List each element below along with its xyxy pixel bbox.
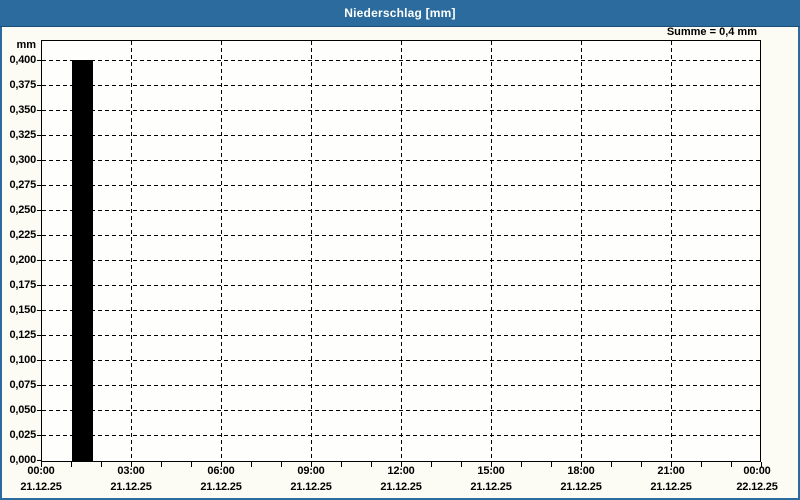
x-minor-tick (131, 462, 132, 467)
y-tick-mark (37, 360, 41, 361)
y-tick-label: 0,250 (9, 204, 36, 216)
y-tick-label: 0,125 (9, 329, 36, 341)
x-minor-tick (221, 462, 222, 467)
x-minor-tick (731, 462, 732, 467)
x-minor-tick (671, 462, 672, 467)
page-title: Niederschlag [mm] (344, 6, 456, 20)
x-gridline (581, 41, 582, 461)
y-tick-mark (37, 235, 41, 236)
x-gridline (131, 41, 132, 461)
x-tick-date-label: 21.12.25 (110, 481, 152, 493)
y-tick-label: 0,075 (9, 379, 36, 391)
x-tick-date-label: 21.12.25 (560, 481, 602, 493)
y-tick-mark (37, 185, 41, 186)
y-tick-label: 0,275 (9, 179, 36, 191)
x-minor-tick (101, 462, 102, 467)
x-gridline (671, 41, 672, 461)
y-tick-label: 0,050 (9, 404, 36, 416)
x-gridline (311, 41, 312, 461)
x-minor-tick (491, 462, 492, 467)
x-tick-date-label: 21.12.25 (650, 481, 692, 493)
y-tick-mark (37, 285, 41, 286)
x-tick-date-label: 21.12.25 (470, 481, 512, 493)
x-minor-tick (41, 462, 42, 467)
x-tick-date-label: 21.12.25 (290, 481, 332, 493)
y-tick-mark (37, 110, 41, 111)
x-minor-tick (581, 462, 582, 467)
x-minor-tick (761, 462, 762, 467)
x-minor-tick (461, 462, 462, 467)
x-tick-time-label: 00:00 (743, 465, 771, 477)
y-tick-mark (37, 310, 41, 311)
y-tick-mark (37, 435, 41, 436)
x-tick-date-label: 21.12.25 (380, 481, 422, 493)
y-tick-mark (37, 60, 41, 61)
y-tick-label: 0,300 (9, 154, 36, 166)
x-minor-tick (191, 462, 192, 467)
y-tick-mark (37, 210, 41, 211)
x-minor-tick (521, 462, 522, 467)
y-tick-mark (37, 85, 41, 86)
y-tick-label: 0,375 (9, 79, 36, 91)
y-tick-mark (37, 460, 41, 461)
y-tick-label: 0,225 (9, 229, 36, 241)
x-tick-date-label: 22.12.25 (736, 481, 778, 493)
x-minor-tick (71, 462, 72, 467)
y-tick-label: 0,400 (9, 54, 36, 66)
y-tick-label: 0,175 (9, 279, 36, 291)
y-tick-mark (37, 385, 41, 386)
y-tick-label: 0,150 (9, 304, 36, 316)
window-title-bar: Niederschlag [mm] (0, 0, 800, 27)
y-tick-mark (37, 410, 41, 411)
y-tick-mark (37, 335, 41, 336)
x-minor-tick (551, 462, 552, 467)
x-gridline (401, 41, 402, 461)
y-tick-label: 0,025 (9, 429, 36, 441)
y-tick-mark (37, 160, 41, 161)
sum-annotation: Summe = 0,4 mm (666, 26, 757, 38)
x-gridline (491, 41, 492, 461)
x-minor-tick (401, 462, 402, 467)
x-minor-tick (371, 462, 372, 467)
y-tick-label: 0,350 (9, 104, 36, 116)
x-gridline (221, 41, 222, 461)
y-tick-mark (37, 135, 41, 136)
y-tick-label: 0,325 (9, 129, 36, 141)
y-tick-label: 0,200 (9, 254, 36, 266)
x-minor-tick (611, 462, 612, 467)
y-axis-unit-label: mm (16, 39, 36, 51)
y-tick-mark (37, 260, 41, 261)
x-minor-tick (311, 462, 312, 467)
y-tick-label: 0,100 (9, 354, 36, 366)
x-tick-date-label: 21.12.25 (200, 481, 242, 493)
x-minor-tick (161, 462, 162, 467)
x-minor-tick (641, 462, 642, 467)
x-minor-tick (431, 462, 432, 467)
x-minor-tick (281, 462, 282, 467)
chart-window: Niederschlag [mm] Summe = 0,4 mm mm 0,40… (0, 0, 800, 500)
precipitation-bar (72, 60, 93, 462)
x-minor-tick (341, 462, 342, 467)
x-tick-date-label: 21.12.25 (20, 481, 62, 493)
x-minor-tick (701, 462, 702, 467)
x-minor-tick (251, 462, 252, 467)
